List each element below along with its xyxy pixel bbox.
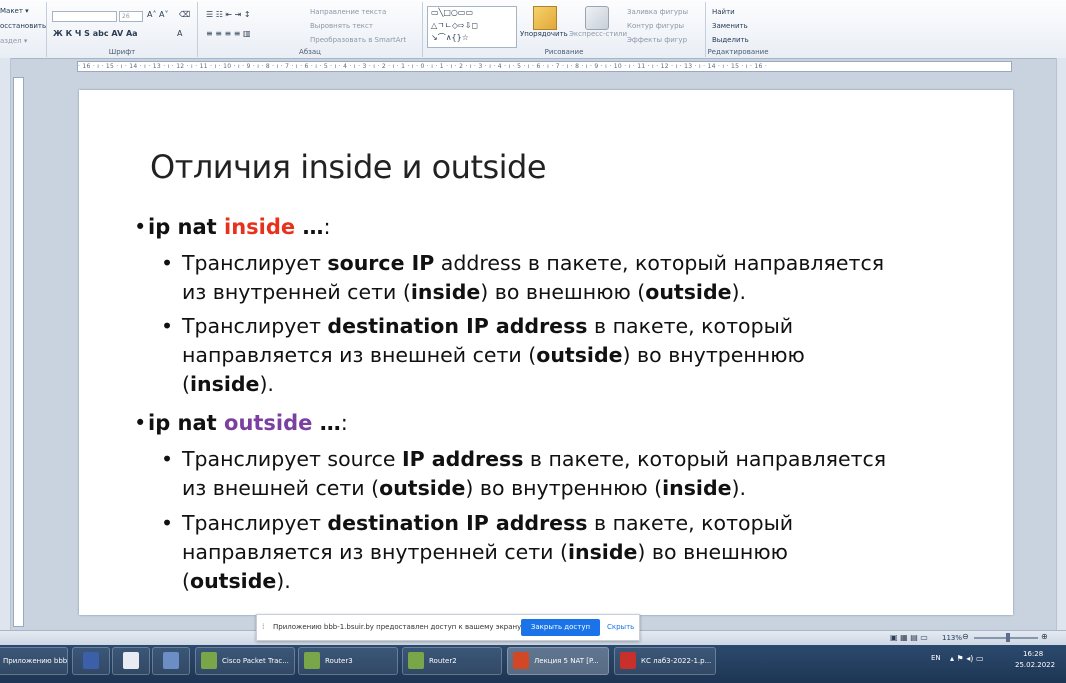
taskbar-item-pdf[interactable]: КС лаб3-2022-1.p... [614,647,716,675]
bullet-outside-destination: • Транслирует destination IP address в па… [161,511,794,593]
arrange-icon[interactable] [533,6,557,30]
section-button[interactable]: аздел ▾ [0,37,27,45]
quick-styles-button[interactable]: Экспресс-стили [569,30,627,38]
clock-time[interactable]: 16:28 [1023,650,1043,658]
taskbar-item-virtualbox[interactable] [152,647,190,675]
shapes-icons: ▭╲□○▭▭ [431,8,474,17]
drag-handle-icon[interactable]: ⁞ [262,622,265,631]
taskbar-item-router3[interactable]: Router3 [298,647,398,675]
taskbar-item-save[interactable] [72,647,110,675]
font-size-combo[interactable]: 26 [119,11,143,22]
left-panel-edge [0,58,11,630]
stop-sharing-button[interactable]: Закрыть доступ [521,619,600,636]
bullet-outside: • ip nat outside …: [134,411,348,435]
bullet-inside: • ip nat inside …: [134,215,331,239]
shape-outline-button[interactable]: Контур фигуры [627,22,684,30]
text-direction-button[interactable]: Направление текста [310,8,386,16]
bullet-dot: • [161,447,174,471]
list-icons[interactable]: ☰ ☷ ⇤ ⇥ ↕ [206,10,251,19]
format-icons[interactable]: Ж К Ч S abc AV Aa [53,29,138,38]
arrange-button[interactable]: Упорядочить [520,30,568,38]
shapes-icons-3: ↘⌒∧{}☆ [431,33,469,42]
shapes-icons-2: △ㄱㄴ◇⇨⇩◻ [431,21,479,30]
zoom-out-icon[interactable]: ⊖ [962,632,969,641]
layout-button[interactable]: Макет ▾ [0,7,29,15]
router-icon [304,652,320,669]
font-group-label: Шрифт [108,48,136,56]
quick-styles-icon[interactable] [585,6,609,30]
hide-link[interactable]: Скрыть [607,623,634,631]
pdf-icon [620,652,636,669]
router-icon [408,652,424,669]
taskbar-item-packet-tracer[interactable]: Cisco Packet Trac... [195,647,295,675]
language-indicator[interactable]: EN [931,654,941,662]
taskbar: Приложению bbb... Cisco Packet Trac... R… [0,645,1066,683]
bullet-dot: • [161,511,174,535]
notification-message: Приложению bbb-1.bsuir.by предоставлен д… [273,623,524,631]
bullet-dot: • [161,314,174,338]
packet-tracer-icon [201,652,217,669]
font-name-combo[interactable] [52,11,117,22]
screen-share-notification: ⁞ Приложению bbb-1.bsuir.by предоставлен… [256,614,640,641]
zoom-slider-thumb[interactable] [1006,633,1010,642]
reset-button[interactable]: осстановить [0,22,46,30]
drawing-group: ▭╲□○▭▭ △ㄱㄴ◇⇨⇩◻ ↘⌒∧{}☆ Упорядочить Экспре… [423,2,706,57]
clear-format-icon[interactable]: ⌫ [179,10,190,19]
drawing-group-label: Рисование [544,48,584,56]
paragraph-group-label: Абзац [299,48,321,56]
ribbon: Макет ▾ осстановить аздел ▾ 26 A˄ A˅ ⌫ Ж… [0,0,1066,59]
replace-button[interactable]: Заменить [712,22,748,30]
bullet-inside-destination: • Транслирует destination IP address в па… [161,314,805,396]
smartart-button[interactable]: Преобразовать в SmartArt [310,36,406,44]
editing-group-label: Редактирование [707,48,769,56]
vertical-ruler [13,77,24,627]
view-buttons-icon[interactable]: ▣ ▦ ▤ ▭ [890,633,928,642]
shapes-gallery[interactable]: ▭╲□○▭▭ △ㄱㄴ◇⇨⇩◻ ↘⌒∧{}☆ [427,6,517,48]
paragraph-group: ☰ ☷ ⇤ ⇥ ↕ ≡ ≡ ≡ ≡ ▥ Направление текста В… [198,2,423,57]
taskbar-item-doc[interactable] [112,647,150,675]
zoom-in-icon[interactable]: ⊕ [1041,632,1048,641]
document-icon [123,652,139,669]
floppy-icon [83,652,99,669]
clipboard-group: Макет ▾ осстановить аздел ▾ [0,2,47,57]
taskbar-item-powerpoint[interactable]: Лекция 5 NAT [P... [507,647,609,675]
shape-fill-button[interactable]: Заливка фигуры [627,8,688,16]
slide-title[interactable]: Отличия inside и outside [150,148,547,186]
align-text-button[interactable]: Выровнять текст [310,22,373,30]
bullet-outside-source: • Транслирует source IP address в пакете,… [161,447,887,500]
bullet-dot: • [161,251,174,275]
align-icons[interactable]: ≡ ≡ ≡ ≡ ▥ [206,29,251,38]
taskbar-item-browser[interactable]: Приложению bbb... [0,647,68,675]
bullet-dot: • [134,215,147,239]
slide[interactable]: Отличия inside и outside • ip nat inside … [79,90,1013,615]
shape-effects-button[interactable]: Эффекты фигур [627,36,687,44]
zoom-level[interactable]: 113% [942,634,962,642]
find-button[interactable]: Найти [712,8,735,16]
powerpoint-icon [513,652,529,669]
grow-font-icon[interactable]: A˄ A˅ [147,10,169,19]
clock-date[interactable]: 25.02.2022 [1015,661,1055,669]
select-button[interactable]: Выделить [712,36,749,44]
cube-icon [163,652,179,669]
horizontal-ruler: · 16 · ı · 15 · ı · 14 · ı · 13 · ı · 12… [77,61,1012,72]
bullet-dot: • [134,411,147,435]
tray-icons[interactable]: ▴ ⚑ ◂) ▭ [950,654,984,663]
editing-group: Найти Заменить Выделить Редактирование [706,2,770,57]
font-color-icon[interactable]: A [177,29,182,38]
font-group: 26 A˄ A˅ ⌫ Ж К Ч S abc AV Aa A Шрифт [47,2,198,57]
vertical-scrollbar[interactable] [1056,58,1066,630]
bullet-inside-source: • Транслирует source IP address в пакете,… [161,251,885,304]
taskbar-item-router2[interactable]: Router2 [402,647,502,675]
